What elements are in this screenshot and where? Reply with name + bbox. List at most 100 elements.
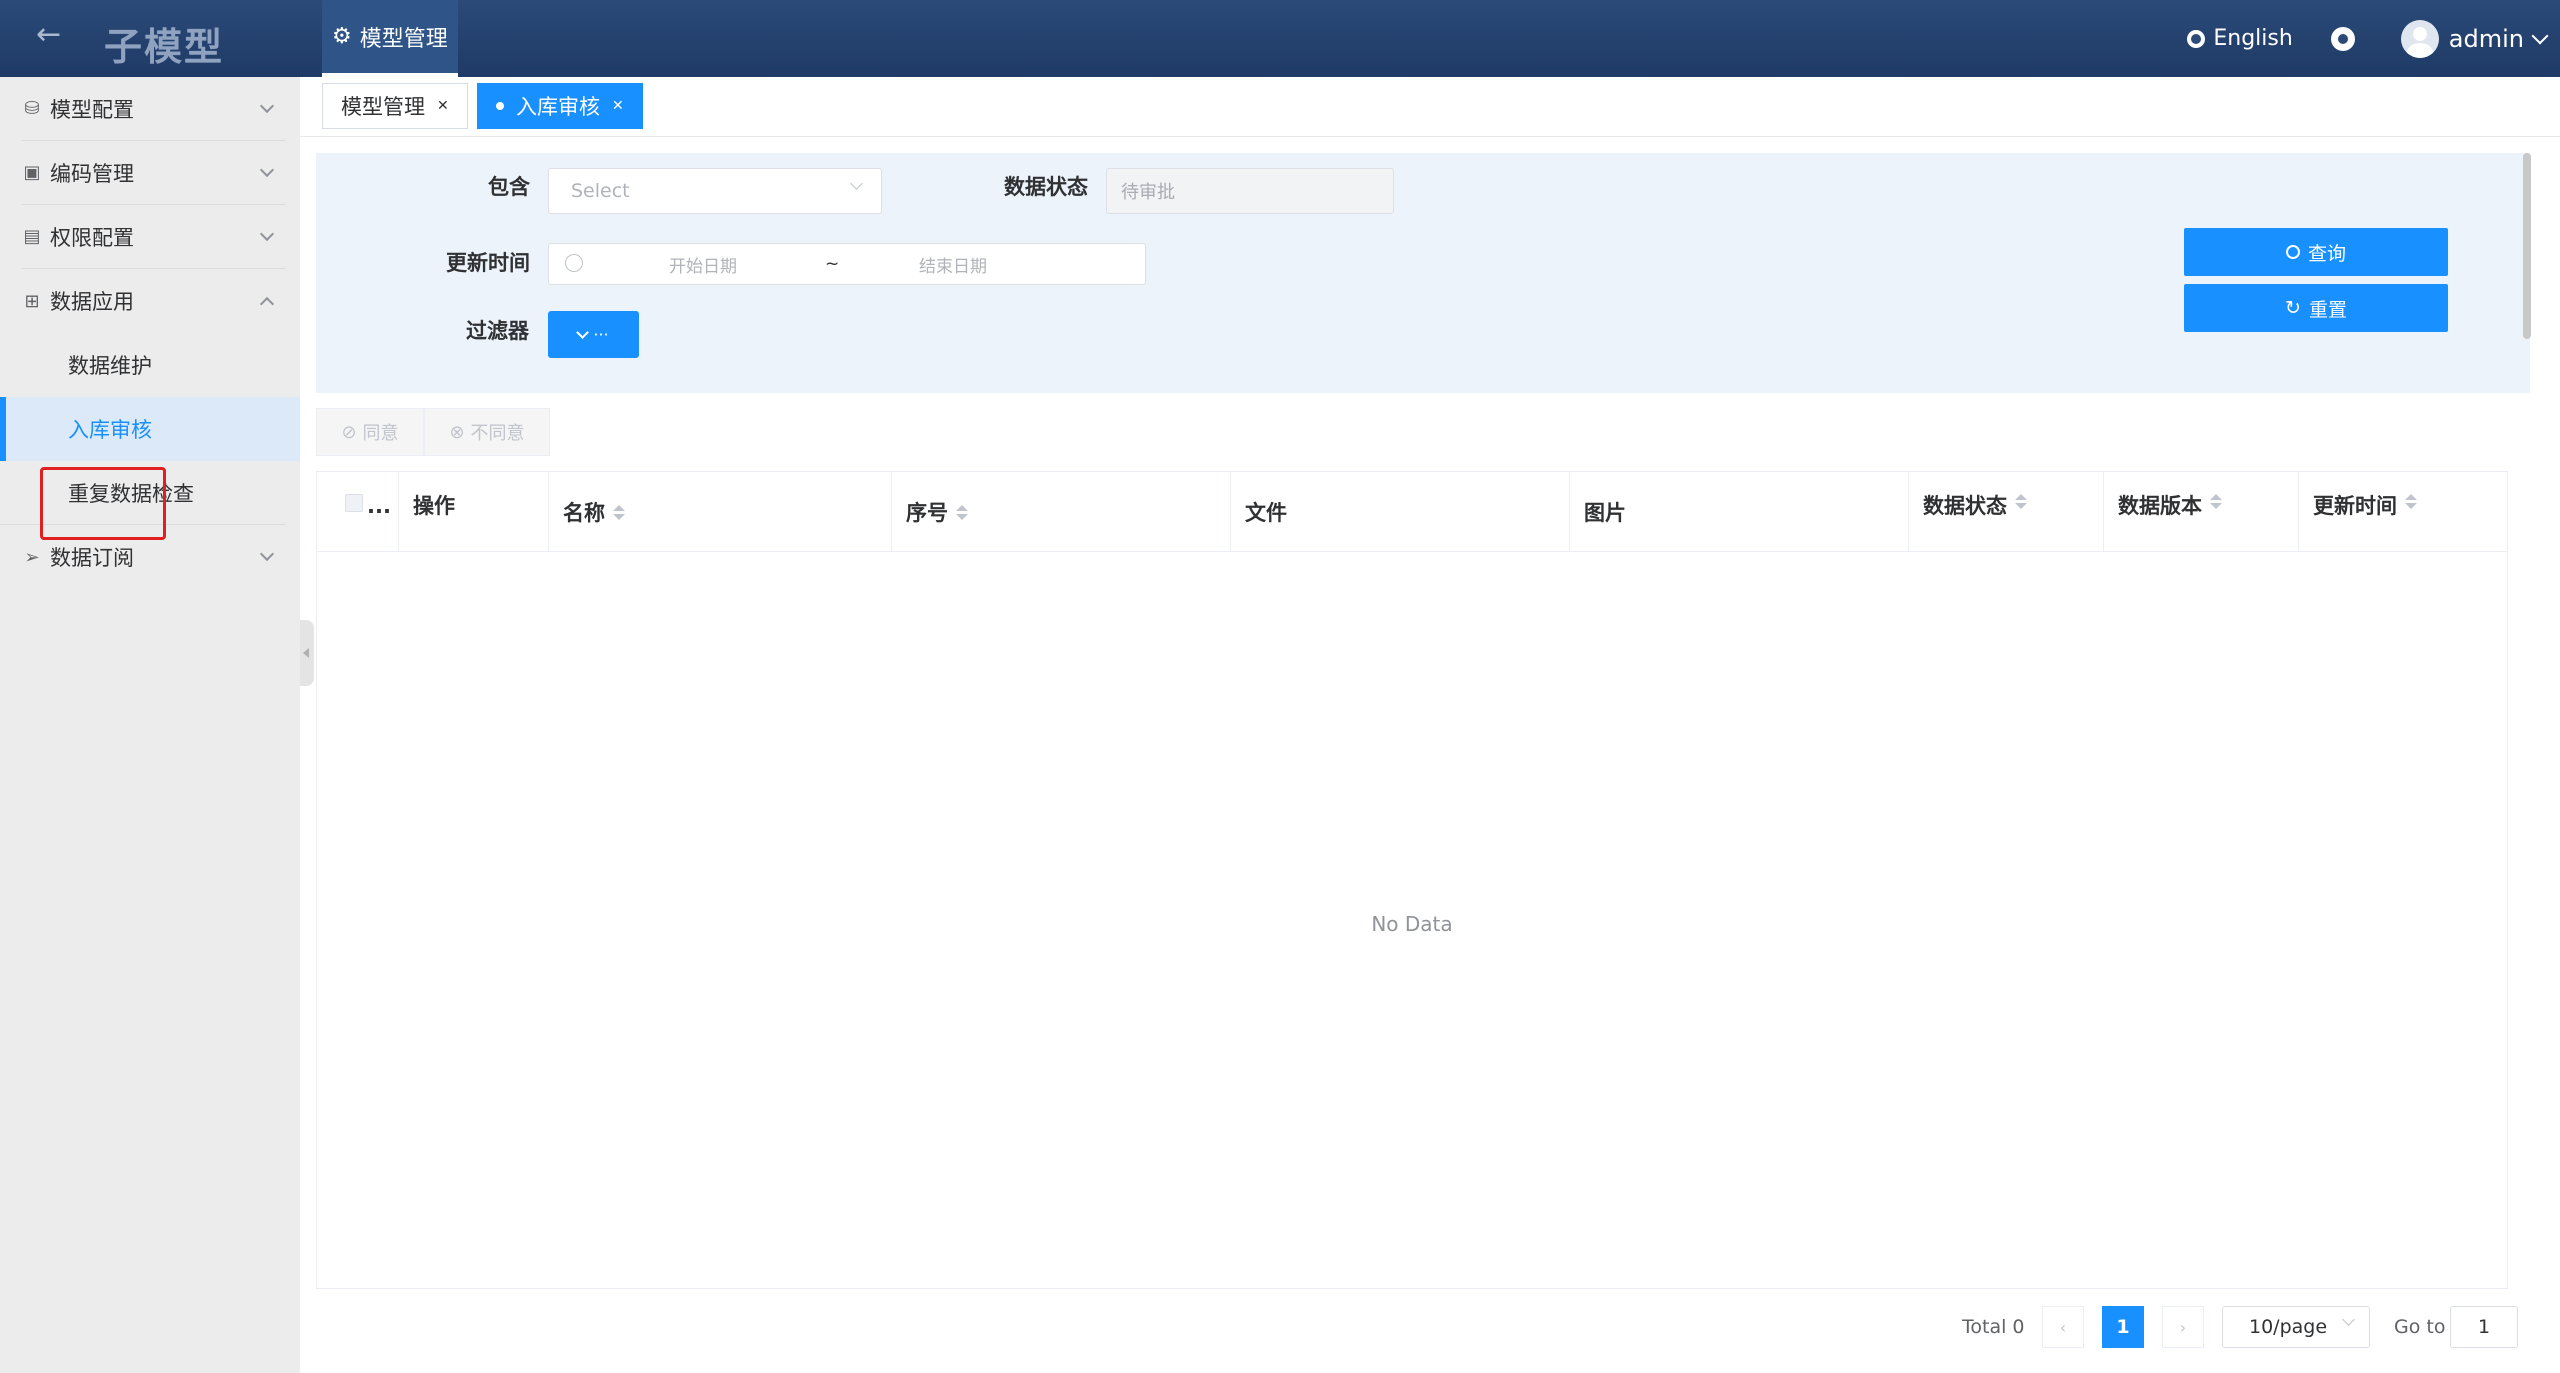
top-header: ← 子模型 ⚙ 模型管理 English admin (0, 0, 2560, 77)
status-value: 待审批 (1121, 182, 1175, 203)
tab-storage-review[interactable]: 入库审核 ✕ (477, 83, 643, 129)
column-header-data-version[interactable]: 数据版本 (2104, 472, 2299, 552)
range-separator: ~ (825, 254, 840, 274)
sort-icon[interactable] (956, 504, 968, 520)
sort-icon[interactable] (2210, 494, 2222, 509)
agree-button[interactable]: ⊘ 同意 (316, 408, 424, 456)
back-arrow-icon[interactable]: ← (36, 20, 66, 50)
tab-model-management[interactable]: 模型管理 ✕ (322, 83, 468, 129)
column-header-actions: 操作 (399, 472, 549, 552)
sidebar-item-label: 入库审核 (68, 418, 152, 442)
sort-icon[interactable] (613, 504, 625, 520)
tab-label: 模型管理 (341, 95, 425, 119)
globe-icon (2187, 29, 2206, 48)
date-range-picker[interactable]: 开始日期 ~ 结束日期 (548, 243, 1146, 285)
grid-icon: ⊞ (24, 290, 40, 312)
sort-icon[interactable] (2015, 494, 2027, 509)
scrollbar[interactable] (2523, 153, 2531, 339)
column-header-update-time[interactable]: 更新时间 (2299, 472, 2507, 552)
avatar (2400, 19, 2439, 58)
filter-label: 过滤器 (466, 319, 529, 343)
sidebar-item-label: 数据维护 (68, 354, 152, 378)
filter-button-label: ··· (593, 325, 609, 344)
active-dot-icon (496, 102, 504, 110)
sidebar-item-model-config[interactable]: ⛁ 模型配置 (22, 77, 286, 141)
goto-page-input[interactable]: 1 (2450, 1306, 2518, 1348)
empty-state-text: No Data (1371, 912, 1453, 936)
column-header-data-status[interactable]: 数据状态 (1909, 472, 2104, 552)
search-icon (2285, 245, 2300, 259)
close-icon[interactable]: ✕ (437, 98, 449, 114)
chevron-down-icon (2531, 27, 2549, 44)
column-header-image: 图片 (1570, 472, 1909, 552)
clock-icon (565, 254, 583, 272)
send-icon: ➢ (24, 546, 40, 568)
data-table: ... 操作 名称 序号 文件 图片 数据状态 数据版本 更新时间 No Dat… (316, 471, 2508, 1289)
page-tabs-bar: 模型管理 ✕ 入库审核 ✕ (300, 77, 2560, 137)
page-size-select[interactable]: 10/page (2222, 1306, 2370, 1348)
language-label: English (2213, 26, 2293, 51)
column-header: 数据版本 (2118, 494, 2202, 518)
sidebar: ⛁ 模型配置 ▣ 编码管理 ▤ 权限配置 ⊞ 数据应用 数据维护 入库审核 重复… (0, 77, 300, 1373)
prev-page-button[interactable]: ‹ (2042, 1306, 2084, 1348)
column-header: 操作 (413, 494, 455, 518)
column-header: 序号 (906, 501, 948, 525)
database-icon: ⛁ (24, 98, 40, 119)
sidebar-item-label: 数据订阅 (50, 546, 134, 570)
chevron-down-icon (259, 546, 275, 562)
select-all-header[interactable]: ... (317, 472, 399, 552)
sidebar-subitem-data-maintenance[interactable]: 数据维护 (0, 333, 300, 397)
language-switch[interactable]: English (2187, 26, 2293, 51)
tab-label: 入库审核 (516, 95, 600, 119)
top-nav-model-management[interactable]: ⚙ 模型管理 (322, 0, 458, 77)
column-header: 图片 (1584, 501, 1626, 525)
username: admin (2448, 24, 2524, 53)
page-number-button[interactable]: 1 (2102, 1306, 2144, 1348)
chevron-down-icon (259, 162, 275, 178)
agree-label: 同意 (362, 423, 399, 444)
select-all-checkbox[interactable] (345, 494, 363, 512)
column-header-name[interactable]: 名称 (549, 472, 892, 552)
chevron-down-icon (576, 326, 590, 339)
status-field: 待审批 (1106, 168, 1394, 214)
column-header: 文件 (1245, 501, 1287, 525)
contains-label: 包含 (488, 175, 530, 199)
app-logo: 子模型 (104, 25, 225, 69)
check-circle-icon: ⊘ (341, 421, 357, 443)
filter-button[interactable]: ··· (548, 311, 639, 358)
next-page-button[interactable]: › (2162, 1306, 2204, 1348)
page-size-value: 10/page (2249, 1316, 2328, 1338)
filter-panel: 包含 Select 数据状态 待审批 更新时间 开始日期 ~ 结束日期 过滤器 … (316, 153, 2530, 393)
column-header: ... (367, 494, 391, 518)
goto-label: Go to (2394, 1316, 2446, 1338)
close-circle-icon: ⊗ (449, 421, 465, 443)
settings-icon[interactable] (2330, 26, 2355, 51)
sidebar-collapse-handle[interactable] (300, 620, 314, 686)
gear-icon: ⚙ (332, 24, 352, 49)
contains-placeholder: Select (571, 180, 630, 202)
highlight-annotation (40, 467, 166, 540)
close-icon[interactable]: ✕ (612, 98, 624, 114)
sidebar-subitem-storage-review[interactable]: 入库审核 (0, 397, 300, 461)
sidebar-item-code-management[interactable]: ▣ 编码管理 (22, 141, 286, 205)
user-menu[interactable]: admin (2400, 19, 2549, 58)
chevron-down-icon (259, 98, 275, 114)
column-header: 更新时间 (2313, 494, 2397, 518)
reset-button[interactable]: ↻ 重置 (2184, 284, 2448, 332)
sidebar-item-label: 编码管理 (50, 161, 134, 186)
column-header-file: 文件 (1231, 472, 1570, 552)
status-label: 数据状态 (1004, 175, 1088, 199)
contains-select[interactable]: Select (548, 168, 882, 214)
query-button-label: 查询 (2307, 242, 2346, 265)
sidebar-item-permission-config[interactable]: ▤ 权限配置 (22, 205, 286, 269)
query-button[interactable]: 查询 (2184, 228, 2448, 276)
sidebar-item-label: 数据应用 (50, 290, 134, 314)
sort-icon[interactable] (2405, 494, 2417, 509)
column-header-index[interactable]: 序号 (892, 472, 1231, 552)
sidebar-item-label: 模型配置 (50, 97, 134, 122)
disagree-button[interactable]: ⊗ 不同意 (424, 408, 550, 456)
chart-icon: ▣ (23, 162, 41, 183)
sidebar-item-data-application[interactable]: ⊞ 数据应用 (22, 269, 286, 333)
start-date-placeholder: 开始日期 (669, 256, 737, 277)
chevron-down-icon (259, 226, 275, 242)
